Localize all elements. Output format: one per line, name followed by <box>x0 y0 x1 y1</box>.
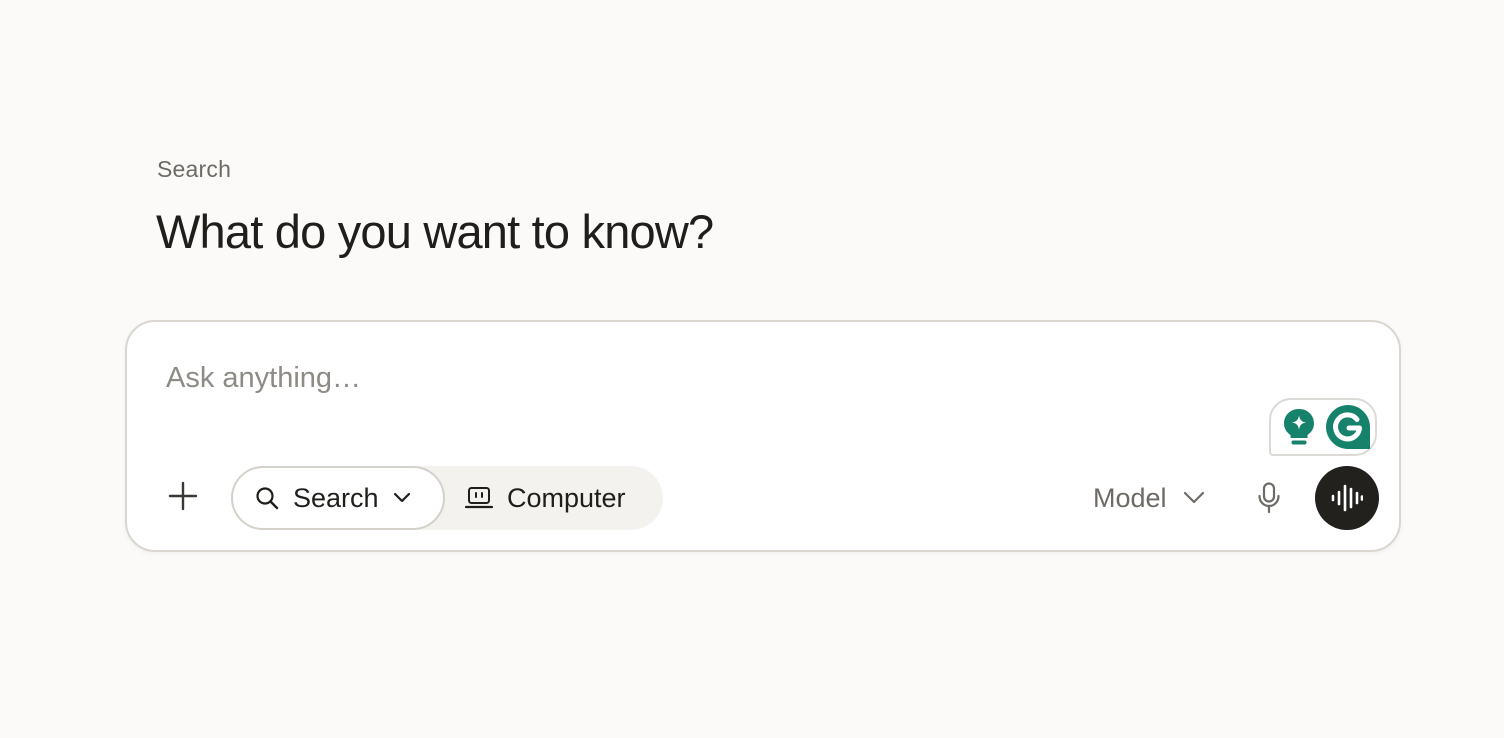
model-selector[interactable]: Model <box>1093 474 1205 522</box>
microphone-icon <box>1258 482 1280 514</box>
search-icon <box>256 487 279 510</box>
dictation-button[interactable] <box>1249 478 1289 518</box>
model-selector-label: Model <box>1093 482 1167 513</box>
mode-computer-button[interactable]: Computer <box>465 466 661 530</box>
chevron-down-icon <box>1183 491 1204 504</box>
chevron-down-icon <box>393 492 410 503</box>
computer-icon <box>465 487 493 509</box>
page-eyebrow: Search <box>157 156 232 182</box>
voice-mode-button[interactable] <box>1315 466 1379 530</box>
mode-computer-label: Computer <box>507 482 626 513</box>
attach-button[interactable] <box>165 478 201 514</box>
mode-toggle-group: Search Computer <box>231 466 663 530</box>
grammarly-g-icon[interactable] <box>1325 404 1371 450</box>
lightbulb-sparkle-icon[interactable] <box>1281 407 1317 447</box>
voice-waveform-icon <box>1331 484 1363 512</box>
query-composer: Search Computer Model <box>125 320 1401 552</box>
page-title: What do you want to know? <box>156 205 714 258</box>
ask-input[interactable] <box>166 356 1166 400</box>
mode-search-button[interactable]: Search <box>231 466 445 530</box>
plus-icon <box>168 481 198 511</box>
grammarly-widget[interactable] <box>1269 398 1377 456</box>
mode-search-label: Search <box>293 482 379 513</box>
